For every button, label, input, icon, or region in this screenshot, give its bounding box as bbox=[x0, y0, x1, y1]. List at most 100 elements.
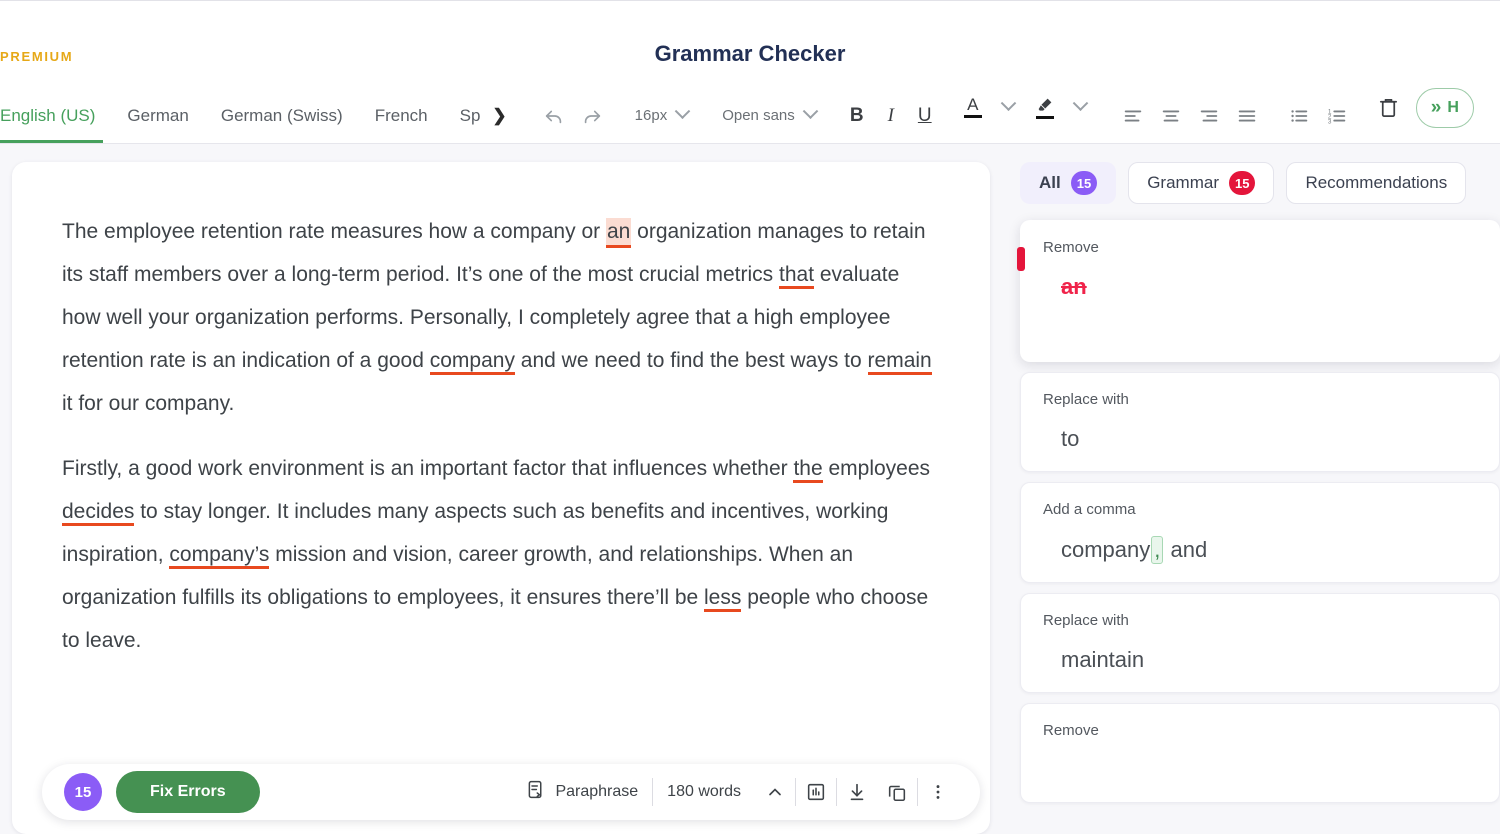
editor-toolbar: English (US) German German (Swiss) Frenc… bbox=[0, 88, 1500, 144]
download-icon[interactable] bbox=[837, 772, 877, 812]
language-tab-spanish[interactable]: Sp bbox=[444, 88, 485, 143]
language-tab-french[interactable]: French bbox=[359, 88, 444, 143]
word-count-label: 180 words bbox=[667, 783, 741, 800]
comma-after-text: and bbox=[1170, 537, 1208, 562]
bold-button[interactable]: B bbox=[840, 97, 874, 135]
suggestion-value: maintain bbox=[1061, 647, 1145, 672]
text-color-button[interactable]: A bbox=[956, 88, 990, 126]
paraphrase-label: Paraphrase bbox=[555, 783, 639, 800]
language-tab-english-us[interactable]: English (US) bbox=[0, 88, 111, 143]
language-tab-german[interactable]: German bbox=[111, 88, 204, 143]
tab-all-label: All bbox=[1039, 173, 1061, 192]
editor-region: The employee retention rate measures how… bbox=[0, 162, 990, 834]
error-remain[interactable]: remain bbox=[867, 349, 932, 375]
text-color-label: A bbox=[967, 95, 979, 114]
word-count: 180 words bbox=[653, 783, 755, 801]
main-content: The employee retention rate measures how… bbox=[0, 144, 1500, 834]
paragraph-2: Firstly, a good work environment is an i… bbox=[62, 447, 940, 662]
tab-all-count: 15 bbox=[1070, 171, 1098, 195]
document-editor[interactable]: The employee retention rate measures how… bbox=[12, 162, 990, 834]
text-color-chevron-down-icon[interactable] bbox=[990, 88, 1028, 126]
bullet-list-icon[interactable] bbox=[1280, 97, 1318, 135]
svg-text:3: 3 bbox=[1328, 118, 1332, 125]
highlight-chevron-down-icon[interactable] bbox=[1062, 88, 1100, 126]
italic-button[interactable]: I bbox=[874, 97, 908, 135]
three-dots-vertical-icon[interactable] bbox=[918, 772, 958, 812]
comma-insert-chip: , bbox=[1151, 536, 1164, 564]
tab-all[interactable]: All 15 bbox=[1020, 162, 1117, 204]
align-justify-icon[interactable] bbox=[1228, 97, 1266, 135]
suggestion-label: Replace with bbox=[1043, 612, 1129, 629]
font-size-select[interactable]: 16px bbox=[625, 88, 699, 143]
tab-grammar-count: 15 bbox=[1228, 171, 1256, 195]
tab-recommendations[interactable]: Recommendations bbox=[1286, 162, 1467, 204]
error-companys[interactable]: company’s bbox=[169, 543, 270, 569]
error-an[interactable]: an bbox=[605, 218, 632, 248]
suggestion-card-replace-to[interactable]: Replace with to bbox=[1020, 372, 1500, 472]
double-chevron-right-icon: » bbox=[1430, 97, 1441, 118]
chevron-up-icon[interactable] bbox=[755, 772, 795, 812]
suggestion-card-add-comma[interactable]: Add a comma company, and bbox=[1020, 482, 1500, 583]
chevron-down-icon bbox=[802, 103, 819, 120]
language-tabs: English (US) German German (Swiss) Frenc… bbox=[0, 88, 521, 143]
align-left-icon[interactable] bbox=[1114, 97, 1152, 135]
undo-icon[interactable] bbox=[535, 97, 573, 135]
text-segment: employees bbox=[822, 457, 931, 480]
align-right-icon[interactable] bbox=[1190, 97, 1228, 135]
suggestion-card-list: Remove an Replace with to Add a comma co… bbox=[1017, 220, 1500, 803]
tab-grammar[interactable]: Grammar 15 bbox=[1128, 162, 1275, 204]
font-family-value: Open sans bbox=[722, 107, 795, 124]
suggestion-label: Replace with bbox=[1043, 391, 1129, 408]
text-segment: The employee retention rate measures how… bbox=[62, 220, 606, 243]
chevron-down-icon bbox=[674, 103, 691, 120]
suggestion-value: company, and bbox=[1043, 536, 1477, 564]
fix-errors-button[interactable]: Fix Errors bbox=[116, 771, 260, 813]
history-controls bbox=[535, 88, 611, 143]
error-decides[interactable]: decides bbox=[62, 500, 135, 526]
suggestion-label: Add a comma bbox=[1043, 501, 1136, 518]
suggestion-value: to bbox=[1061, 426, 1080, 451]
error-that[interactable]: that bbox=[779, 263, 815, 289]
align-center-icon[interactable] bbox=[1152, 97, 1190, 135]
error-count-badge: 15 bbox=[64, 773, 102, 811]
chevron-right-icon[interactable]: ❯ bbox=[484, 88, 520, 143]
text-segment: it for our company. bbox=[62, 392, 235, 415]
language-tab-german-swiss[interactable]: German (Swiss) bbox=[205, 88, 359, 143]
hide-panel-label: H bbox=[1447, 99, 1459, 116]
suggestion-filter-tabs: All 15 Grammar 15 Recommendations bbox=[1020, 162, 1500, 204]
suggestion-label: Remove bbox=[1043, 239, 1099, 256]
trash-icon[interactable] bbox=[1370, 88, 1408, 126]
suggestions-panel: All 15 Grammar 15 Recommendations Remove… bbox=[990, 162, 1500, 834]
error-the[interactable]: the bbox=[793, 457, 823, 483]
page-title: Grammar Checker bbox=[654, 41, 846, 66]
underline-button[interactable]: U bbox=[908, 97, 942, 135]
bar-chart-icon[interactable] bbox=[796, 772, 836, 812]
alignment-controls bbox=[1114, 88, 1266, 143]
error-less[interactable]: less bbox=[704, 586, 742, 612]
suggestion-label: Remove bbox=[1043, 722, 1099, 739]
comma-before-text: company bbox=[1061, 537, 1151, 562]
editor-bottom-toolbar: 15 Fix Errors Paraphrase 180 words bbox=[42, 764, 980, 820]
tab-recommendations-label: Recommendations bbox=[1305, 173, 1448, 192]
suggestion-card-replace-maintain[interactable]: Replace with maintain bbox=[1020, 593, 1500, 693]
text-segment: and we need to find the best ways to bbox=[514, 349, 868, 372]
font-size-value: 16px bbox=[634, 107, 668, 124]
list-controls: 1 2 3 bbox=[1280, 88, 1356, 143]
suggestion-card-remove-an[interactable]: Remove an bbox=[1017, 220, 1500, 362]
error-company[interactable]: company bbox=[429, 349, 515, 375]
suggestion-card-remove-partial[interactable]: Remove bbox=[1020, 703, 1500, 803]
font-family-select[interactable]: Open sans bbox=[712, 88, 826, 143]
suggestion-value: an bbox=[1061, 274, 1087, 299]
tab-grammar-label: Grammar bbox=[1147, 173, 1219, 192]
text-format-controls: B I U bbox=[840, 88, 942, 143]
copy-icon[interactable] bbox=[877, 772, 917, 812]
numbered-list-icon[interactable]: 1 2 3 bbox=[1318, 97, 1356, 135]
highlighter-icon[interactable] bbox=[1028, 88, 1062, 126]
paraphrase-button[interactable]: Paraphrase bbox=[511, 779, 652, 805]
redo-icon[interactable] bbox=[573, 97, 611, 135]
hide-panel-button[interactable]: » H bbox=[1415, 88, 1474, 128]
paraphrase-icon bbox=[525, 779, 546, 805]
paragraph-1: The employee retention rate measures how… bbox=[62, 210, 940, 425]
text-segment: Firstly, a good work environment is an i… bbox=[62, 457, 794, 480]
app-header: PREMIUM Grammar Checker bbox=[0, 0, 1500, 88]
